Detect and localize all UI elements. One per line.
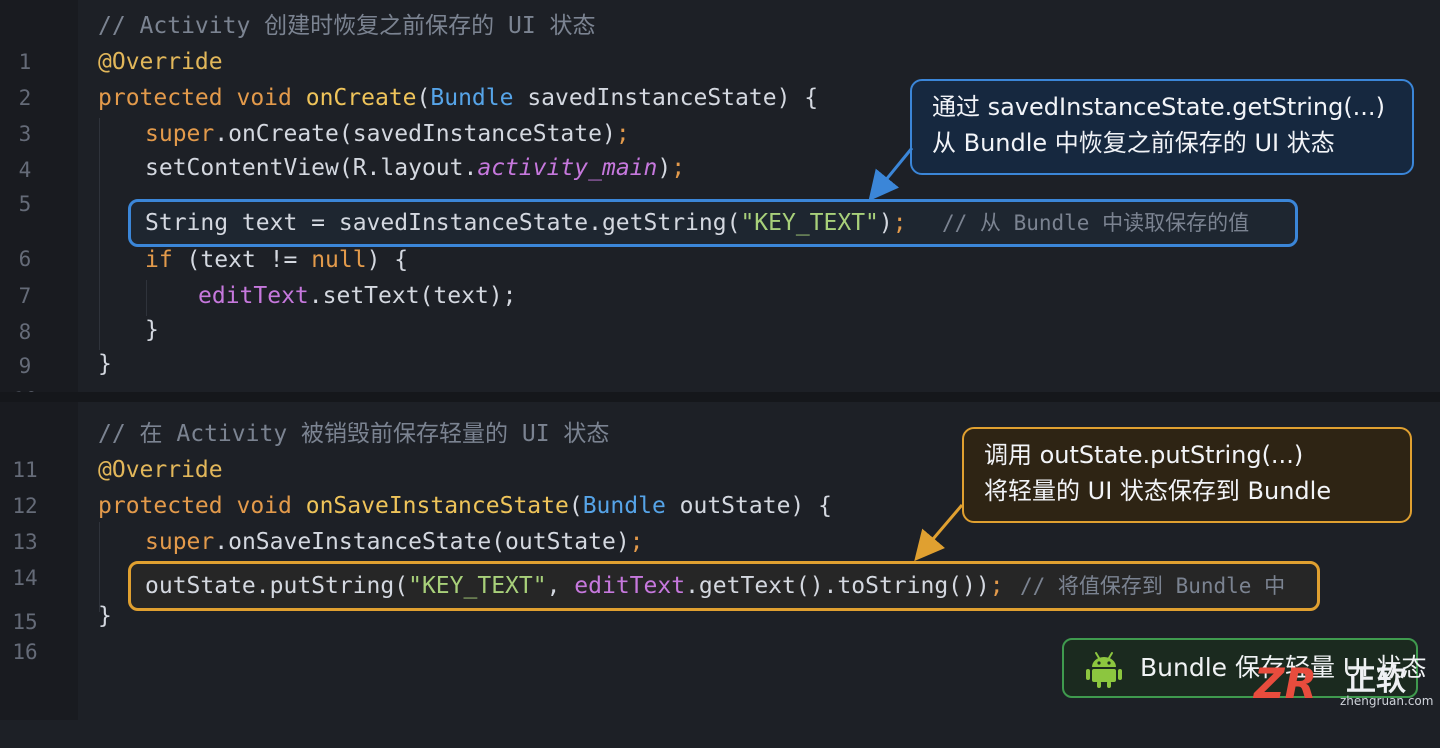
code-line-9: 9 }: [0, 312, 1440, 378]
code-line-14: 14 super.onSaveInstanceState(outState);: [0, 524, 1440, 590]
keyword: if: [145, 247, 173, 273]
type-name: Bundle: [582, 493, 666, 519]
code-line-6: 6 String text = savedInstanceState.getSt…: [0, 205, 1440, 271]
code-semicolon: ;: [671, 155, 686, 181]
code-rest: .onCreate(savedInstanceState): [214, 121, 616, 147]
keyword: void: [236, 493, 292, 519]
field-name: editText: [198, 283, 309, 309]
code-semicolon: ;: [629, 529, 644, 555]
code-text: protected void onSaveInstanceState(Bundl…: [98, 488, 832, 524]
code-semicolon: ;: [615, 121, 630, 147]
string-literal: "KEY_TEXT": [408, 573, 547, 599]
code-text: if (text != null) {: [145, 242, 408, 278]
panel-separator: [0, 392, 1440, 402]
method-name: onCreate: [305, 85, 417, 111]
method-name: onSaveInstanceState: [305, 493, 569, 519]
field-name: editText: [574, 573, 686, 599]
code-line-8: 8 editText.setText(text);: [0, 278, 1440, 344]
code-rest: outState.putString(: [145, 573, 409, 599]
code-line-16: 16 }: [0, 598, 1440, 664]
code-line-2: 2 @Override: [0, 44, 1440, 110]
code-panel-restore: 1 // Activity 创建时恢复之前保存的 UI 状态 2 @Overri…: [0, 0, 1440, 412]
code-punct: (: [416, 85, 431, 111]
code-text: super.onCreate(savedInstanceState);: [145, 116, 630, 152]
code-text: String text = savedInstanceState.getStri…: [145, 205, 907, 241]
code-rest: ,: [546, 573, 575, 599]
code-comment: // Activity 创建时恢复之前保存的 UI 状态: [98, 13, 596, 39]
android-icon: [1086, 652, 1122, 688]
code-rest: setContentView(R.layout.: [145, 155, 478, 181]
code-rest: String text = savedInstanceState.getStri…: [145, 210, 741, 236]
code-rest: .getText().toString()): [685, 573, 990, 599]
watermark-brand: 正软: [1346, 663, 1406, 698]
code-rest: outState) {: [665, 493, 832, 519]
keyword: null: [311, 247, 367, 273]
code-text: protected void onCreate(Bundle savedInst…: [98, 80, 818, 116]
keyword: void: [236, 85, 292, 111]
code-semicolon: ;: [892, 210, 907, 236]
callout-save: 调用 outState.putString(...) 将轻量的 UI 状态保存到…: [962, 427, 1412, 523]
type-name: Bundle: [430, 85, 514, 111]
code-semicolon: ;: [989, 573, 1004, 599]
code-rest: savedInstanceState) {: [513, 85, 819, 111]
code-rest: ): [657, 155, 672, 181]
code-text: }: [98, 603, 112, 629]
keyword: super: [145, 121, 215, 147]
code-punct: (: [568, 493, 583, 519]
code-text: editText.setText(text);: [198, 278, 517, 314]
field-name: activity_main: [477, 155, 658, 181]
line-number: 16: [12, 640, 38, 664]
keyword: protected: [98, 85, 223, 111]
watermark-domain: zhengruan.com: [1340, 694, 1434, 708]
code-text: setContentView(R.layout.activity_main);: [145, 150, 685, 186]
code-annotation: @Override: [98, 457, 223, 483]
string-literal: "KEY_TEXT": [740, 210, 879, 236]
code-rest: ): [878, 210, 893, 236]
code-text: super.onSaveInstanceState(outState);: [145, 524, 644, 560]
code-comment: // 在 Activity 被销毁前保存轻量的 UI 状态: [98, 421, 610, 447]
code-line-1: 1 // Activity 创建时恢复之前保存的 UI 状态: [0, 8, 1440, 74]
callout-line: 将轻量的 UI 状态保存到 Bundle: [984, 477, 1332, 505]
code-rest: ) {: [366, 247, 409, 273]
watermark-logo-mark: ZR: [1252, 659, 1317, 708]
code-annotation: @Override: [98, 49, 223, 75]
code-rest: (text !=: [172, 247, 312, 273]
callout-line: 从 Bundle 中恢复之前保存的 UI 状态: [932, 129, 1335, 157]
code-comment: // 从 Bundle 中读取保存的值: [942, 211, 1250, 235]
code-rest: .setText(text);: [308, 283, 517, 309]
code-line-7: 7 if (text != null) {: [0, 242, 1440, 308]
keyword: protected: [98, 493, 223, 519]
callout-line: 通过 savedInstanceState.getString(...): [932, 93, 1385, 121]
code-text: }: [98, 351, 112, 377]
keyword: super: [145, 529, 215, 555]
code-line-10: 10 }: [0, 346, 1440, 412]
callout-line: 调用 outState.putString(...): [984, 441, 1304, 469]
code-text: }: [145, 317, 159, 343]
callout-restore: 通过 savedInstanceState.getString(...) 从 B…: [910, 79, 1414, 175]
code-rest: .onSaveInstanceState(outState): [214, 529, 630, 555]
